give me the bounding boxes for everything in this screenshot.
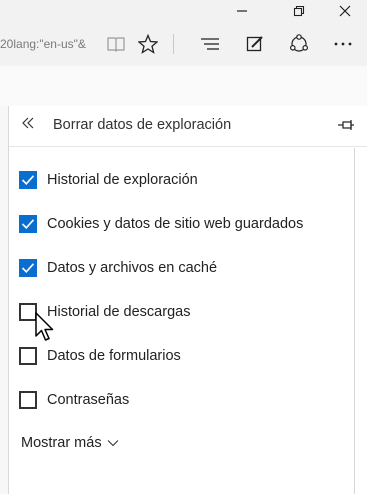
checkbox-label: Contraseñas — [47, 392, 130, 408]
checkbox-label: Historial de exploración — [47, 172, 198, 188]
checkbox[interactable] — [19, 215, 37, 233]
browser-window: 20lang:"en-us"& Borrar datos de explorac… — [0, 0, 367, 494]
reading-view-button[interactable] — [104, 32, 128, 56]
checkbox-item-form-data[interactable]: Datos de formularios — [19, 345, 181, 367]
pin-button[interactable] — [337, 118, 355, 134]
back-chevrons-icon — [22, 117, 34, 129]
browser-toolbar: 20lang:"en-us"& — [0, 22, 367, 66]
more-icon — [334, 42, 352, 46]
pin-icon — [338, 120, 354, 130]
show-more-link[interactable]: Mostrar más — [21, 435, 119, 451]
checkbox[interactable] — [19, 259, 37, 277]
favorite-star-icon — [138, 34, 158, 54]
checkbox-item-browsing-history[interactable]: Historial de exploración — [19, 169, 198, 191]
clear-browsing-data-panel: Borrar datos de exploración Historial de… — [8, 106, 367, 494]
checkbox[interactable] — [19, 171, 37, 189]
close-button[interactable] — [322, 0, 367, 22]
checkbox-label: Cookies y datos de sitio web guardados — [47, 216, 304, 232]
chevron-down-icon — [107, 440, 118, 447]
header-divider — [9, 146, 367, 147]
checkbox-item-cookies[interactable]: Cookies y datos de sitio web guardados — [19, 213, 303, 235]
checkbox[interactable] — [19, 347, 37, 365]
web-note-button[interactable] — [243, 32, 267, 56]
checkmark-icon — [21, 175, 35, 185]
mouse-cursor-icon — [35, 312, 54, 341]
title-bar — [0, 0, 367, 22]
panel-title: Borrar datos de exploración — [53, 117, 232, 133]
favorite-button[interactable] — [136, 32, 160, 56]
hub-button[interactable] — [198, 32, 222, 56]
share-button[interactable] — [287, 32, 311, 56]
reading-view-icon — [107, 37, 125, 52]
panel-header: Borrar datos de exploración — [9, 106, 367, 146]
checkmark-icon — [21, 263, 35, 273]
checkbox[interactable] — [19, 391, 37, 409]
page-background-left — [0, 106, 8, 494]
page-background — [0, 66, 367, 106]
checkbox-label: Datos de formularios — [47, 348, 181, 364]
restore-button[interactable] — [276, 0, 322, 22]
minimize-button[interactable] — [219, 0, 265, 22]
checkbox-label: Datos y archivos en caché — [47, 260, 218, 276]
web-note-icon — [246, 36, 263, 52]
restore-icon — [293, 5, 305, 17]
close-icon — [339, 5, 351, 17]
scrollbar[interactable] — [354, 148, 355, 494]
checkmark-icon — [21, 219, 35, 229]
checkbox-label: Historial de descargas — [47, 304, 191, 320]
hub-icon — [201, 38, 219, 50]
address-bar-text[interactable]: 20lang:"en-us"& — [0, 37, 100, 53]
toolbar-separator — [173, 34, 174, 54]
minimize-icon — [237, 10, 247, 12]
checkbox-item-passwords[interactable]: Contraseñas — [19, 389, 129, 411]
show-more-label: Mostrar más — [21, 435, 102, 451]
more-button[interactable] — [331, 32, 355, 56]
share-icon — [289, 34, 309, 52]
checkbox-item-cache[interactable]: Datos y archivos en caché — [19, 257, 217, 279]
back-button[interactable] — [21, 116, 41, 136]
